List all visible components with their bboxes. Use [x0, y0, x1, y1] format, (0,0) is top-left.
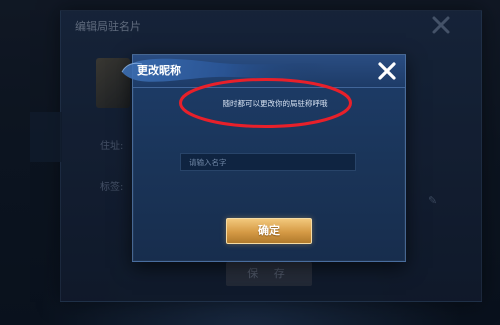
dialog-title: 更改昵称 [137, 64, 181, 77]
confirm-button[interactable]: 确定 [226, 218, 312, 244]
rename-hint: 随时都可以更改你的局驻称呼哦 [222, 99, 328, 108]
close-icon[interactable] [376, 60, 398, 82]
nickname-input[interactable] [180, 153, 356, 171]
